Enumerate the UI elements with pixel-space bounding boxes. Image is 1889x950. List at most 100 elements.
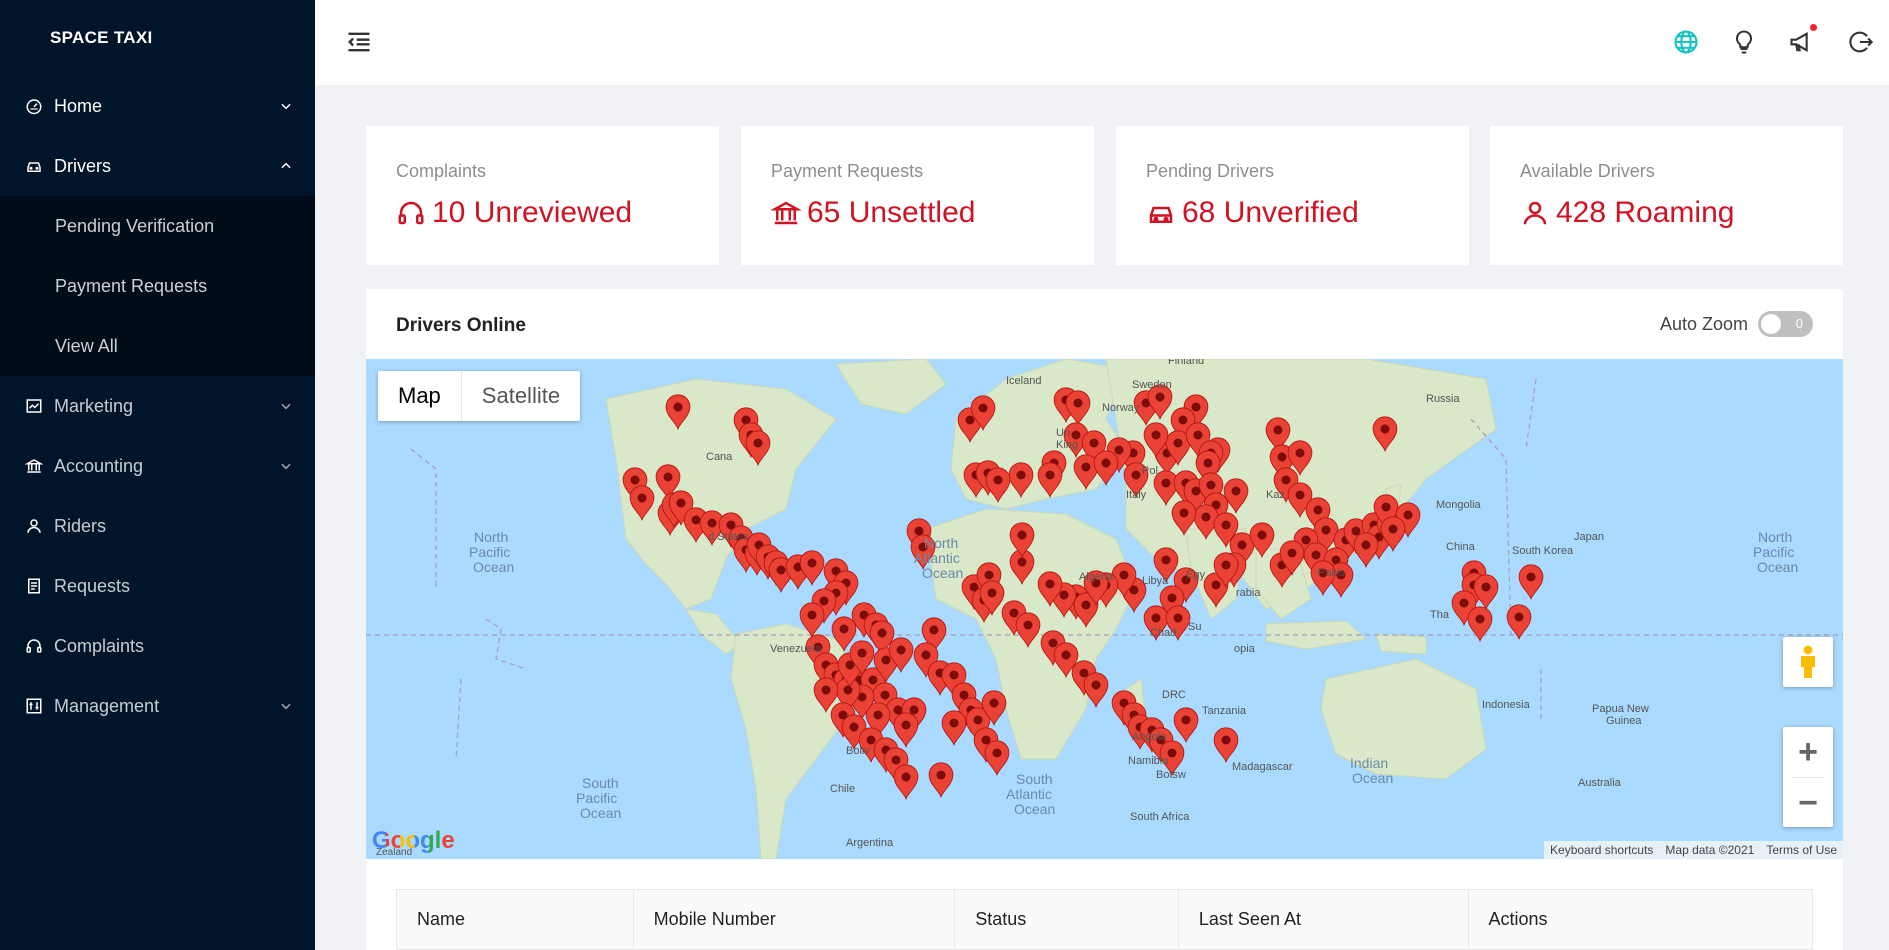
- car-icon: [1149, 206, 1173, 223]
- chevron-down-icon: [281, 463, 291, 470]
- car-icon: [24, 156, 44, 176]
- world-map[interactable]: Finland Sweden Iceland Norway Russia Un …: [366, 359, 1843, 859]
- map-label: China: [1446, 541, 1475, 553]
- map-label: Tanzania: [1202, 705, 1247, 717]
- map-label: Ocean: [1014, 801, 1056, 817]
- map-label: Pol: [1142, 465, 1158, 477]
- sidebar-item-complaints[interactable]: Complaints: [0, 616, 315, 676]
- map-label: Japan: [1574, 531, 1604, 543]
- card-value: 68 Unverified: [1146, 196, 1359, 230]
- card-value: 428 Roaming: [1520, 196, 1734, 230]
- map-type-satellite[interactable]: Satellite: [462, 371, 580, 421]
- street-view-pegman[interactable]: [1783, 637, 1833, 687]
- map-type-map[interactable]: Map: [378, 371, 461, 421]
- sidebar-item-management[interactable]: Management: [0, 676, 315, 736]
- sidebar-subitem-view-all[interactable]: View All: [0, 316, 315, 376]
- sidebar-item-requests[interactable]: Requests: [0, 556, 315, 616]
- driver-marker[interactable]: [984, 740, 1010, 777]
- driver-marker[interactable]: [941, 710, 967, 747]
- driver-marker[interactable]: [1518, 564, 1544, 601]
- brand-logo[interactable]: SPACE TAXI: [0, 0, 315, 76]
- keyboard-shortcuts-link[interactable]: Keyboard shortcuts: [1544, 841, 1659, 859]
- map-label: Botsw: [1156, 769, 1186, 781]
- sidebar-item-label: Requests: [54, 575, 131, 596]
- dashboard-icon: [24, 96, 44, 116]
- map-label: Boliv: [846, 745, 870, 757]
- menu-fold-icon[interactable]: [345, 28, 373, 56]
- map-attribution: Keyboard shortcuts Map data ©2021 Terms …: [1544, 841, 1843, 859]
- terms-of-use-link[interactable]: Terms of Use: [1760, 841, 1843, 859]
- map-label: North: [1758, 529, 1793, 545]
- globe-icon: [1674, 30, 1698, 54]
- language-button[interactable]: [1657, 24, 1715, 60]
- driver-marker[interactable]: [1467, 606, 1493, 643]
- map-label: Russia: [1426, 393, 1460, 405]
- top-header: [315, 0, 1889, 85]
- sidebar-item-home[interactable]: Home: [0, 76, 315, 136]
- card-value-text: 68 Unverified: [1182, 196, 1359, 229]
- zoom-in-button[interactable]: +: [1783, 727, 1833, 777]
- column-mobile-number[interactable]: Mobile Number: [634, 890, 956, 949]
- stat-card-payment-requests[interactable]: Payment Requests 65 Unsettled: [741, 126, 1094, 265]
- header-actions: [1657, 24, 1889, 60]
- map-label: Atlantic: [1006, 786, 1052, 802]
- sidebar-item-label: Drivers: [54, 155, 111, 176]
- map-label: Ocean: [473, 559, 515, 575]
- sidebar-item-accounting[interactable]: Accounting: [0, 436, 315, 496]
- stat-card-complaints[interactable]: Complaints 10 Unreviewed: [366, 126, 719, 265]
- driver-marker[interactable]: [893, 764, 919, 801]
- map-label: Kaz: [1266, 489, 1285, 501]
- map-label: Italy: [1126, 489, 1147, 501]
- map-label: North: [924, 535, 959, 551]
- map-type-control: Map Satellite: [378, 371, 581, 421]
- driver-marker[interactable]: [928, 762, 954, 799]
- map-label: Un King: [1056, 427, 1079, 451]
- driver-marker[interactable]: [1473, 574, 1499, 611]
- map-label: Finland: [1168, 359, 1205, 367]
- zoom-out-button[interactable]: −: [1783, 778, 1833, 828]
- map-label: South: [1016, 771, 1053, 787]
- card-value-text: 10 Unreviewed: [432, 196, 633, 229]
- stat-card-available-drivers[interactable]: Available Drivers 428 Roaming: [1490, 126, 1843, 265]
- map-label: Pacific: [576, 790, 618, 806]
- driver-marker[interactable]: [1353, 532, 1379, 569]
- map-label: Guinea: [1606, 715, 1642, 727]
- map-label: Chad: [1150, 627, 1177, 639]
- sidebar-item-drivers[interactable]: Drivers: [0, 136, 315, 196]
- column-last-seen[interactable]: Last Seen At: [1179, 890, 1469, 949]
- sidebar-subitem-pending-verification[interactable]: Pending Verification: [0, 196, 315, 256]
- zoom-control: + −: [1783, 727, 1833, 827]
- notifications-button[interactable]: [1773, 24, 1831, 60]
- chevron-down-icon: [281, 403, 291, 410]
- tips-button[interactable]: [1715, 24, 1773, 60]
- sidebar-subitem-payment-requests[interactable]: Payment Requests: [0, 256, 315, 316]
- stat-card-pending-drivers[interactable]: Pending Drivers 68 Unverified: [1116, 126, 1469, 265]
- chevron-down-icon: [281, 703, 291, 710]
- logout-button[interactable]: [1831, 24, 1889, 60]
- map-label: opia: [1234, 643, 1255, 655]
- column-status[interactable]: Status: [955, 890, 1179, 949]
- card-value: 10 Unreviewed: [396, 196, 632, 230]
- map-label: South Korea: [1512, 545, 1574, 557]
- map-label: Angola: [1132, 731, 1167, 743]
- column-actions[interactable]: Actions: [1469, 890, 1813, 949]
- driver-marker[interactable]: [1173, 707, 1199, 744]
- map-label: Algeria: [1079, 571, 1114, 583]
- driver-marker[interactable]: [1213, 727, 1239, 764]
- sidebar-item-label: Management: [54, 695, 160, 716]
- bulb-icon: [1735, 30, 1753, 54]
- bank-icon: [24, 456, 44, 476]
- column-name[interactable]: Name: [397, 890, 634, 949]
- sidebar-item-label: Marketing: [54, 395, 134, 416]
- sidebar-item-marketing[interactable]: Marketing: [0, 376, 315, 436]
- headset-icon: [398, 201, 424, 225]
- map-label: Ocean: [1757, 559, 1799, 575]
- map-label: Egy: [1186, 569, 1205, 581]
- auto-zoom-switch[interactable]: 0: [1758, 311, 1813, 337]
- card-title: Complaints: [396, 161, 487, 181]
- map-label: Argentina: [846, 837, 894, 849]
- panel-title: Drivers Online: [396, 315, 526, 336]
- driver-marker[interactable]: [893, 712, 919, 749]
- sidebar-item-riders[interactable]: Riders: [0, 496, 315, 556]
- map-data-text: Map data ©2021: [1665, 843, 1755, 857]
